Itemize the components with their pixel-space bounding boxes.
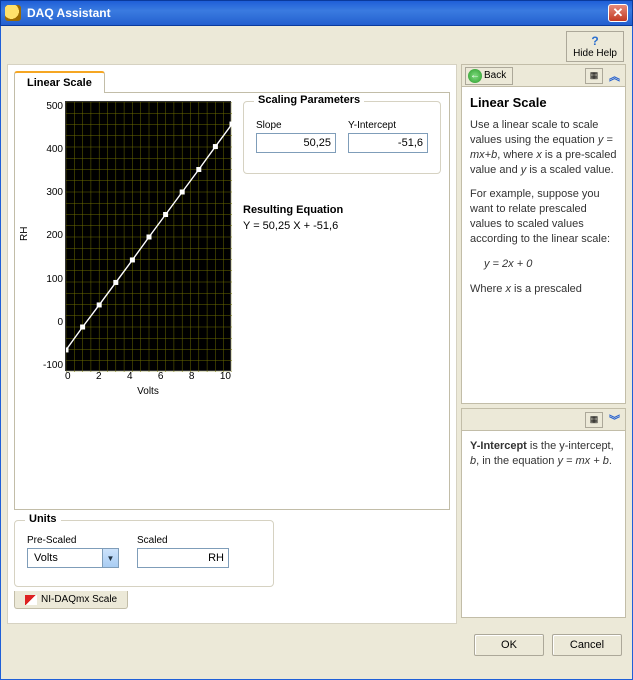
help-p1: Use a linear scale to scale values using… bbox=[470, 118, 619, 177]
help-p3: Where x is a prescaled bbox=[470, 282, 619, 297]
help-p2: For example, suppose you want to relate … bbox=[470, 187, 619, 246]
help-content-top[interactable]: Linear Scale Use a linear scale to scale… bbox=[462, 87, 625, 403]
help-icon: ? bbox=[591, 34, 598, 48]
help-toolbar-bottom: ▦ ︾ bbox=[462, 409, 625, 431]
ni-daqmx-tab[interactable]: NI-DAQmx Scale bbox=[14, 591, 128, 609]
slope-label: Slope bbox=[256, 120, 336, 131]
scaling-parameters-legend: Scaling Parameters bbox=[254, 94, 364, 106]
close-button[interactable]: ✕ bbox=[608, 4, 628, 22]
tab-linear-scale[interactable]: Linear Scale bbox=[14, 71, 105, 93]
window-title: DAQ Assistant bbox=[27, 6, 111, 20]
ni-icon bbox=[25, 595, 37, 605]
title-bar: DAQ Assistant ✕ bbox=[0, 0, 633, 26]
hide-help-button[interactable]: ? Hide Help bbox=[566, 31, 624, 62]
equation-title: Resulting Equation bbox=[243, 204, 441, 216]
units-legend: Units bbox=[25, 513, 61, 525]
cancel-button[interactable]: Cancel bbox=[552, 634, 622, 656]
help-title: Linear Scale bbox=[470, 95, 619, 110]
expand-down-icon[interactable]: ︾ bbox=[607, 412, 622, 428]
y-intercept-label: Y-Intercept bbox=[348, 120, 428, 131]
chart-area: RH 5004003002001000-100 0246810 Volts bbox=[23, 101, 233, 501]
plot bbox=[65, 101, 231, 371]
slope-input[interactable] bbox=[256, 133, 336, 153]
resulting-equation: Resulting Equation Y = 50,25 X + -51,6 bbox=[243, 204, 441, 232]
help-grid-icon[interactable]: ▦ bbox=[585, 68, 603, 84]
help-content-bottom[interactable]: Y-Intercept is the y-intercept, b, in th… bbox=[462, 431, 625, 617]
help-grid-icon-2[interactable]: ▦ bbox=[585, 412, 603, 428]
prescaled-select[interactable]: Volts ▼ bbox=[27, 548, 119, 568]
x-axis-label: Volts bbox=[65, 386, 231, 397]
help-panel-top: ← Back ▦ ︽ Linear Scale Use a linear sca… bbox=[461, 64, 626, 404]
units-group: Units Pre-Scaled Volts ▼ Scaled bbox=[14, 520, 274, 587]
equation-text: Y = 50,25 X + -51,6 bbox=[243, 220, 441, 232]
prescaled-label: Pre-Scaled bbox=[27, 535, 119, 546]
back-button[interactable]: ← Back bbox=[465, 67, 513, 85]
back-arrow-icon: ← bbox=[468, 69, 482, 83]
button-bar: OK Cancel bbox=[3, 624, 630, 656]
ok-button[interactable]: OK bbox=[474, 634, 544, 656]
top-toolbar: ? Hide Help bbox=[3, 28, 630, 64]
y-axis-ticks: 5004003002001000-100 bbox=[37, 101, 65, 371]
hide-help-label: Hide Help bbox=[573, 48, 617, 59]
y-intercept-input[interactable] bbox=[348, 133, 428, 153]
main-panel: Linear Scale RH 5004003002001000-100 bbox=[7, 64, 457, 624]
x-axis-ticks: 0246810 bbox=[65, 371, 231, 382]
y-axis-label: RH bbox=[23, 101, 37, 371]
close-icon: ✕ bbox=[613, 5, 624, 21]
help-toolbar-top: ← Back ▦ ︽ bbox=[462, 65, 625, 87]
chevron-down-icon: ▼ bbox=[102, 549, 118, 567]
app-icon bbox=[5, 5, 21, 21]
help-panel-bottom: ▦ ︾ Y-Intercept is the y-intercept, b, i… bbox=[461, 408, 626, 618]
tab-content: RH 5004003002001000-100 0246810 Volts Sc… bbox=[14, 92, 450, 510]
scaled-input[interactable] bbox=[137, 548, 229, 568]
help-yint-text: Y-Intercept is the y-intercept, b, in th… bbox=[470, 439, 619, 469]
help-eq: y = 2x + 0 bbox=[484, 257, 619, 272]
scaled-label: Scaled bbox=[137, 535, 229, 546]
scaling-parameters-group: Scaling Parameters Slope Y-Intercept bbox=[243, 101, 441, 174]
window-body: ? Hide Help Linear Scale RH 50040030020 bbox=[0, 26, 633, 680]
collapse-up-icon[interactable]: ︽ bbox=[607, 68, 622, 84]
